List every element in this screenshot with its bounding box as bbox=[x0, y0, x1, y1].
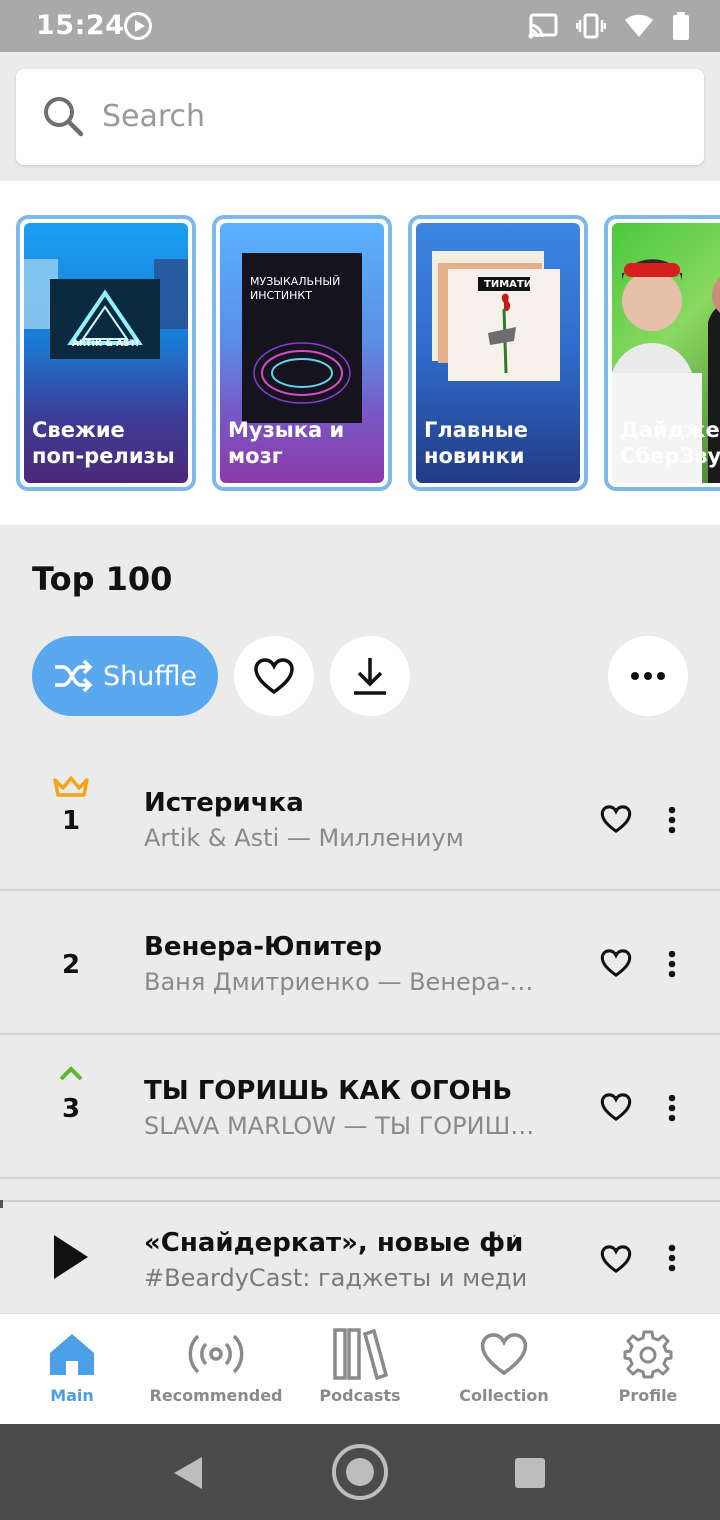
shuffle-icon bbox=[54, 659, 93, 693]
mini-player[interactable]: «Снайдеркат», новые фи · · #BeardyCast: … bbox=[0, 1200, 720, 1313]
back-icon[interactable] bbox=[174, 1457, 202, 1489]
nav-main[interactable]: Main bbox=[0, 1314, 144, 1425]
track-row[interactable]: 2 Венера-Юпитер Ваня Дмитриенко — Венера… bbox=[0, 892, 720, 1035]
gear-icon bbox=[623, 1328, 673, 1380]
more-vertical-icon[interactable] bbox=[668, 806, 676, 834]
nav-recommended[interactable]: Recommended bbox=[144, 1314, 288, 1425]
recent-apps-icon[interactable] bbox=[515, 1458, 545, 1488]
playlist-card-fresh-pop[interactable]: ARTIK & ASTI Свежие поп-релизы bbox=[16, 215, 196, 491]
marquee-dots: · · bbox=[496, 1226, 520, 1247]
more-vertical-icon[interactable] bbox=[668, 950, 676, 978]
bottom-nav: Main Recommended Podcasts Collection Pro… bbox=[0, 1313, 720, 1424]
track-rank: 1 bbox=[61, 806, 81, 836]
status-time: 15:24 bbox=[36, 10, 125, 41]
shuffle-button[interactable]: Shuffle bbox=[32, 636, 218, 716]
download-icon bbox=[354, 658, 386, 695]
chevron-up-icon bbox=[59, 1066, 83, 1081]
playlist-card-music-brain[interactable]: МУЗЫКАЛЬНЫЙ ИНСТИНКТ Музыка и мозг bbox=[212, 215, 392, 491]
wifi-icon bbox=[625, 14, 653, 37]
cover-text: ТИМАТИ bbox=[484, 279, 533, 290]
heart-icon[interactable] bbox=[600, 948, 632, 978]
playlist-card-label: Музыка и мозг bbox=[228, 418, 345, 468]
home-icon bbox=[48, 1328, 96, 1380]
playlist-card-label: Главные новинки bbox=[424, 418, 528, 468]
player-subtitle: #BeardyCast: гаджеты и меди bbox=[144, 1264, 528, 1292]
track-rank: 2 bbox=[61, 950, 81, 980]
more-options-button[interactable] bbox=[608, 636, 688, 716]
search-area bbox=[0, 52, 720, 181]
player-progress bbox=[0, 1200, 3, 1208]
nav-label: Collection bbox=[459, 1386, 549, 1405]
cover-text: ARTIK & ASTI bbox=[72, 339, 140, 349]
play-icon[interactable] bbox=[54, 1235, 88, 1279]
battery-icon bbox=[673, 12, 689, 40]
track-title: Истеричка bbox=[144, 788, 304, 818]
nav-profile[interactable]: Profile bbox=[576, 1314, 720, 1425]
track-row[interactable]: 1 Истеричка Artik & Asti — Миллениум bbox=[0, 748, 720, 891]
playlist-cover: ARTIK & ASTI Свежие поп-релизы bbox=[24, 223, 188, 483]
playlist-carousel[interactable]: ARTIK & ASTI Свежие поп-релизы МУЗЫКАЛЬН… bbox=[0, 181, 720, 525]
nav-label: Profile bbox=[618, 1386, 678, 1405]
track-subtitle: Artik & Asti — Миллениум bbox=[144, 824, 464, 852]
playlist-cover: ТИМАТИ Главные новинки bbox=[416, 223, 580, 483]
track-subtitle: Ваня Дмитриенко — Венера-Юпитер bbox=[144, 968, 550, 996]
search-bar[interactable] bbox=[16, 69, 704, 165]
system-nav-bar bbox=[0, 1424, 720, 1520]
track-row[interactable]: 3 ТЫ ГОРИШЬ КАК ОГОНЬ SLAVA MARLOW — ТЫ … bbox=[0, 1036, 720, 1179]
marquee-dots: · · bbox=[496, 1264, 520, 1285]
home-button-icon[interactable] bbox=[332, 1444, 388, 1500]
nav-label: Podcasts bbox=[319, 1386, 401, 1405]
playlist-cover: Дайджест СберЗвук bbox=[612, 223, 720, 483]
like-playlist-button[interactable] bbox=[234, 636, 314, 716]
nav-label: Recommended bbox=[149, 1386, 283, 1405]
status-bar: 15:24 bbox=[0, 0, 720, 52]
library-icon bbox=[331, 1328, 389, 1380]
player-title: «Снайдеркат», новые фи bbox=[144, 1228, 524, 1258]
search-icon bbox=[44, 97, 84, 137]
nav-collection[interactable]: Collection bbox=[432, 1314, 576, 1425]
track-title: Венера-Юпитер bbox=[144, 932, 383, 962]
playlist-card-new-releases[interactable]: ТИМАТИ Главные новинки bbox=[408, 215, 588, 491]
more-vertical-icon[interactable] bbox=[668, 1244, 676, 1272]
search-input[interactable] bbox=[102, 91, 662, 141]
crown-icon bbox=[53, 776, 89, 797]
heart-icon[interactable] bbox=[600, 1244, 632, 1274]
track-subtitle: SLAVA MARLOW — ТЫ ГОРИШЬ КАК ОГОНЬ bbox=[144, 1112, 550, 1140]
status-icons bbox=[528, 12, 690, 40]
more-horizontal-icon bbox=[631, 672, 665, 680]
heart-icon[interactable] bbox=[600, 804, 632, 834]
broadcast-icon bbox=[187, 1328, 245, 1380]
nav-label: Main bbox=[50, 1386, 94, 1405]
more-vertical-icon[interactable] bbox=[668, 1094, 676, 1122]
vibrate-icon bbox=[576, 13, 606, 39]
download-button[interactable] bbox=[330, 636, 410, 716]
track-rank: 3 bbox=[61, 1094, 81, 1124]
cover-text: МУЗЫКАЛЬНЫЙ ИНСТИНКТ bbox=[250, 275, 341, 302]
playlist-card-digest[interactable]: Дайджест СберЗвук bbox=[604, 215, 720, 491]
heart-icon bbox=[479, 1328, 529, 1380]
cast-icon bbox=[528, 13, 558, 39]
heart-icon bbox=[254, 658, 294, 695]
heart-icon[interactable] bbox=[600, 1092, 632, 1122]
playlist-card-label: Дайджест СберЗвук bbox=[620, 418, 720, 468]
track-title: ТЫ ГОРИШЬ КАК ОГОНЬ bbox=[144, 1076, 513, 1106]
playlist-cover: МУЗЫКАЛЬНЫЙ ИНСТИНКТ Музыка и мозг bbox=[220, 223, 384, 483]
section-title: Top 100 bbox=[32, 560, 173, 598]
playlist-card-label: Свежие поп-релизы bbox=[32, 418, 175, 468]
shuffle-label: Shuffle bbox=[102, 660, 198, 692]
nav-podcasts[interactable]: Podcasts bbox=[288, 1314, 432, 1425]
play-icon bbox=[124, 12, 152, 40]
